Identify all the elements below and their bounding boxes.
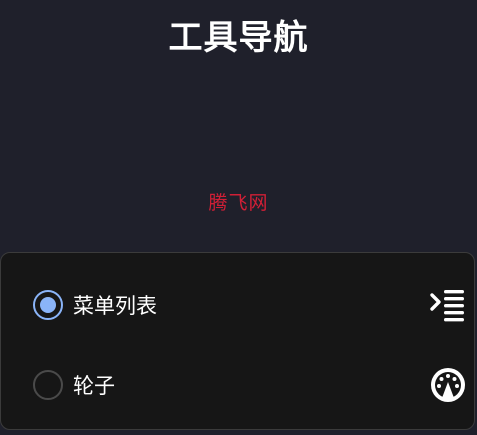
radio-unselected[interactable] (33, 370, 63, 400)
brand-link[interactable]: 腾飞网 (0, 188, 477, 215)
option-label: 轮子 (73, 374, 115, 398)
option-panel: 菜单列表 轮子 (0, 252, 475, 430)
menu-list-icon (428, 285, 468, 325)
option-wheel[interactable]: 轮子 (1, 360, 474, 410)
radio-selected[interactable] (33, 290, 63, 320)
page-title: 工具导航 (168, 18, 309, 58)
app-root: 工具导航 腾飞网 菜单列表 轮子 (0, 0, 477, 435)
option-menu-list[interactable]: 菜单列表 (1, 280, 474, 330)
wheel-icon (428, 365, 468, 405)
option-label: 菜单列表 (73, 294, 157, 318)
